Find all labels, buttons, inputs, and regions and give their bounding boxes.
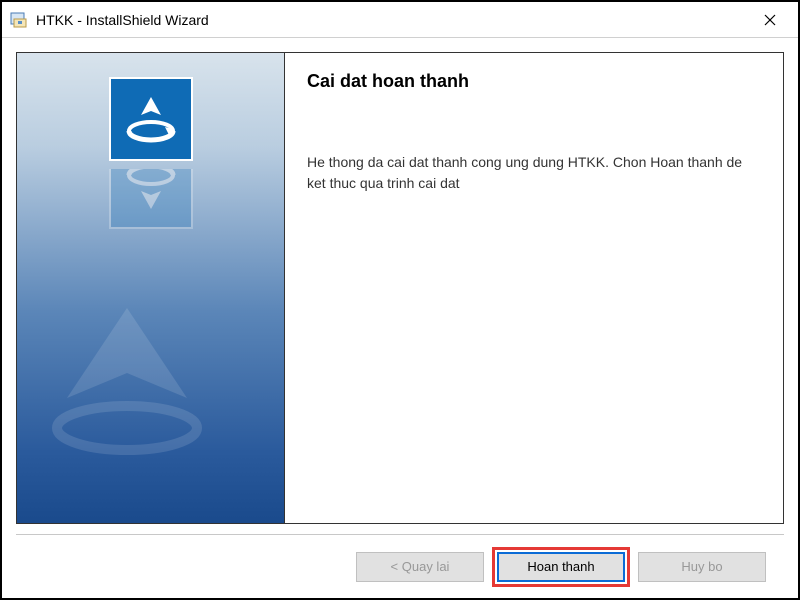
titlebar: HTKK - InstallShield Wizard <box>2 2 798 38</box>
installshield-logo <box>109 77 193 161</box>
finish-button[interactable]: Hoan thanh <box>497 552 625 582</box>
cancel-button: Huy bo <box>638 552 766 582</box>
main-panel: Cai dat hoan thanh He thong da cai dat t… <box>284 52 784 524</box>
close-button[interactable] <box>750 6 790 34</box>
installer-icon <box>10 11 28 29</box>
finish-button-highlight: Hoan thanh <box>492 547 630 587</box>
completion-heading: Cai dat hoan thanh <box>307 71 761 92</box>
button-footer: < Quay lai Hoan thanh Huy bo <box>16 534 784 598</box>
left-panel <box>16 52 284 524</box>
window-title: HTKK - InstallShield Wizard <box>36 12 750 28</box>
watermark-arrow-icon <box>47 298 207 463</box>
content-area: Cai dat hoan thanh He thong da cai dat t… <box>2 38 798 524</box>
completion-message: He thong da cai dat thanh cong ung dung … <box>307 152 761 194</box>
back-button: < Quay lai <box>356 552 484 582</box>
installer-window: HTKK - InstallShield Wizard <box>0 0 800 600</box>
installshield-logo-reflection <box>109 169 193 229</box>
